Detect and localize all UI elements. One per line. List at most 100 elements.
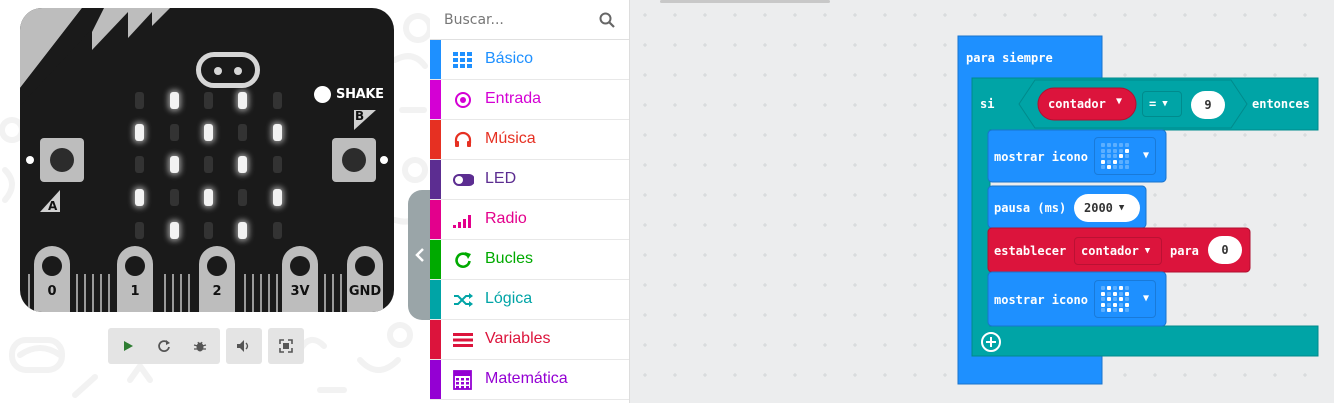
play-icon (124, 341, 133, 351)
category-matematica[interactable]: Matemática (430, 360, 629, 400)
search-icon[interactable] (599, 12, 615, 28)
category-color-bar (430, 240, 441, 279)
icon-pixel (1125, 291, 1129, 296)
icon-pixel (1113, 308, 1117, 312)
category-label: Matemática (485, 370, 568, 387)
fullscreen-button[interactable] (268, 328, 304, 364)
chevron-down-icon[interactable]: ▼ (1116, 96, 1122, 107)
set-variable-dropdown[interactable]: contador ▼ (1074, 237, 1162, 265)
led-1-3 (238, 124, 247, 141)
category-radio[interactable]: Radio (430, 200, 629, 240)
set-to-label: para (1170, 244, 1199, 258)
edge-pin-strip (188, 274, 190, 312)
icon-pixel (1125, 308, 1129, 312)
led-3-0 (135, 189, 144, 206)
icon-picker-1[interactable]: ▼ (1094, 137, 1156, 175)
pin-label: GND (348, 284, 382, 299)
chevron-down-icon: ▼ (1118, 203, 1125, 213)
icon-pixel (1101, 143, 1105, 147)
icon-pixel (1101, 165, 1105, 169)
category-color-bar (430, 160, 441, 199)
debug-button[interactable] (182, 328, 218, 364)
icon-pixel (1113, 291, 1117, 296)
category-entrada[interactable]: Entrada (430, 80, 629, 120)
sound-control (226, 328, 262, 364)
icon-pixel (1107, 302, 1111, 307)
icon-pixel (1119, 143, 1123, 147)
compare-value-input[interactable]: 9 (1191, 91, 1225, 119)
icon-pixel (1125, 297, 1129, 301)
forever-label: para siempre (966, 51, 1053, 65)
compare-operator-dropdown[interactable]: = ▼ (1142, 91, 1182, 117)
microbit-logo[interactable] (196, 52, 260, 88)
microbit-board: A B SHAKE 0 1 2 3V GND (20, 8, 394, 312)
set-value-input[interactable]: 0 (1208, 236, 1242, 264)
category-led[interactable]: LED (430, 160, 629, 200)
led-2-4 (273, 156, 282, 173)
chevron-left-icon (415, 248, 424, 262)
compare-variable-name: contador (1048, 97, 1106, 111)
fullscreen-control (268, 328, 304, 364)
if-label: si (980, 97, 995, 111)
led-0-3 (238, 92, 247, 109)
shake-button[interactable] (314, 86, 331, 103)
pin-gnd[interactable] (347, 246, 383, 312)
category-musica[interactable]: Música (430, 120, 629, 160)
icon-pixel (1113, 148, 1117, 153)
category-color-bar (430, 120, 441, 159)
blocks-workspace[interactable]: para siempre si contador ▼ = ▼ 9 entonces… (630, 0, 1334, 403)
icon-pixel (1101, 291, 1105, 296)
category-color-bar (430, 40, 441, 79)
category-label: Bucles (485, 250, 534, 267)
calculator-icon (452, 370, 474, 390)
category-color-bar (430, 280, 441, 319)
icon-pixel (1125, 165, 1129, 169)
search-input[interactable] (444, 8, 594, 32)
pause-value-dropdown[interactable]: 2000 ▼ (1074, 194, 1140, 222)
headphones-icon (452, 130, 474, 150)
icon-pixel (1101, 286, 1105, 290)
edge-pin-strip (172, 274, 174, 312)
edge-pin-strip (28, 274, 30, 312)
category-color-bar (430, 320, 441, 359)
sound-button[interactable] (226, 328, 262, 364)
icon-pixel (1107, 297, 1111, 301)
icon-pixel (1113, 143, 1117, 147)
icon-picker-2[interactable]: ▼ (1094, 280, 1156, 318)
button-b-label: B (355, 109, 365, 123)
pin-2[interactable] (199, 246, 235, 312)
simulator-panel: A B SHAKE 0 1 2 3V GND (0, 0, 430, 403)
edge-pin-strip (260, 274, 262, 312)
button-a[interactable] (40, 138, 84, 182)
icon-pixel (1119, 291, 1123, 296)
led-2-0 (135, 156, 144, 173)
pin-label: 3V (290, 284, 310, 299)
chevron-down-icon: ▼ (1162, 99, 1168, 109)
restart-button[interactable] (146, 328, 182, 364)
button-b[interactable] (332, 138, 376, 182)
icon-pixel (1107, 154, 1111, 158)
pause-value: 2000 (1084, 201, 1113, 215)
button-b-indicator (380, 156, 388, 164)
category-basico[interactable]: Básico (430, 40, 629, 80)
led-2-1 (170, 156, 179, 173)
icon-pixel (1119, 297, 1123, 301)
led-4-4 (273, 222, 282, 239)
pin-0[interactable] (34, 246, 70, 312)
icon-pixel (1101, 297, 1105, 301)
pin-1[interactable] (117, 246, 153, 312)
edge-pin-strip (268, 274, 270, 312)
edge-pin-strip (92, 274, 94, 312)
icon-pixel (1101, 148, 1105, 153)
category-logica[interactable]: Lógica (430, 280, 629, 320)
refresh-icon (452, 250, 474, 270)
pin-3v[interactable] (282, 246, 318, 312)
icon-pixel (1125, 148, 1129, 153)
play-button[interactable] (110, 328, 146, 364)
icon-pixel (1119, 286, 1123, 290)
led-1-0 (135, 124, 144, 141)
collapse-simulator-button[interactable] (408, 190, 432, 320)
category-color-bar (430, 360, 441, 399)
category-bucles[interactable]: Bucles (430, 240, 629, 280)
category-variables[interactable]: Variables (430, 320, 629, 360)
